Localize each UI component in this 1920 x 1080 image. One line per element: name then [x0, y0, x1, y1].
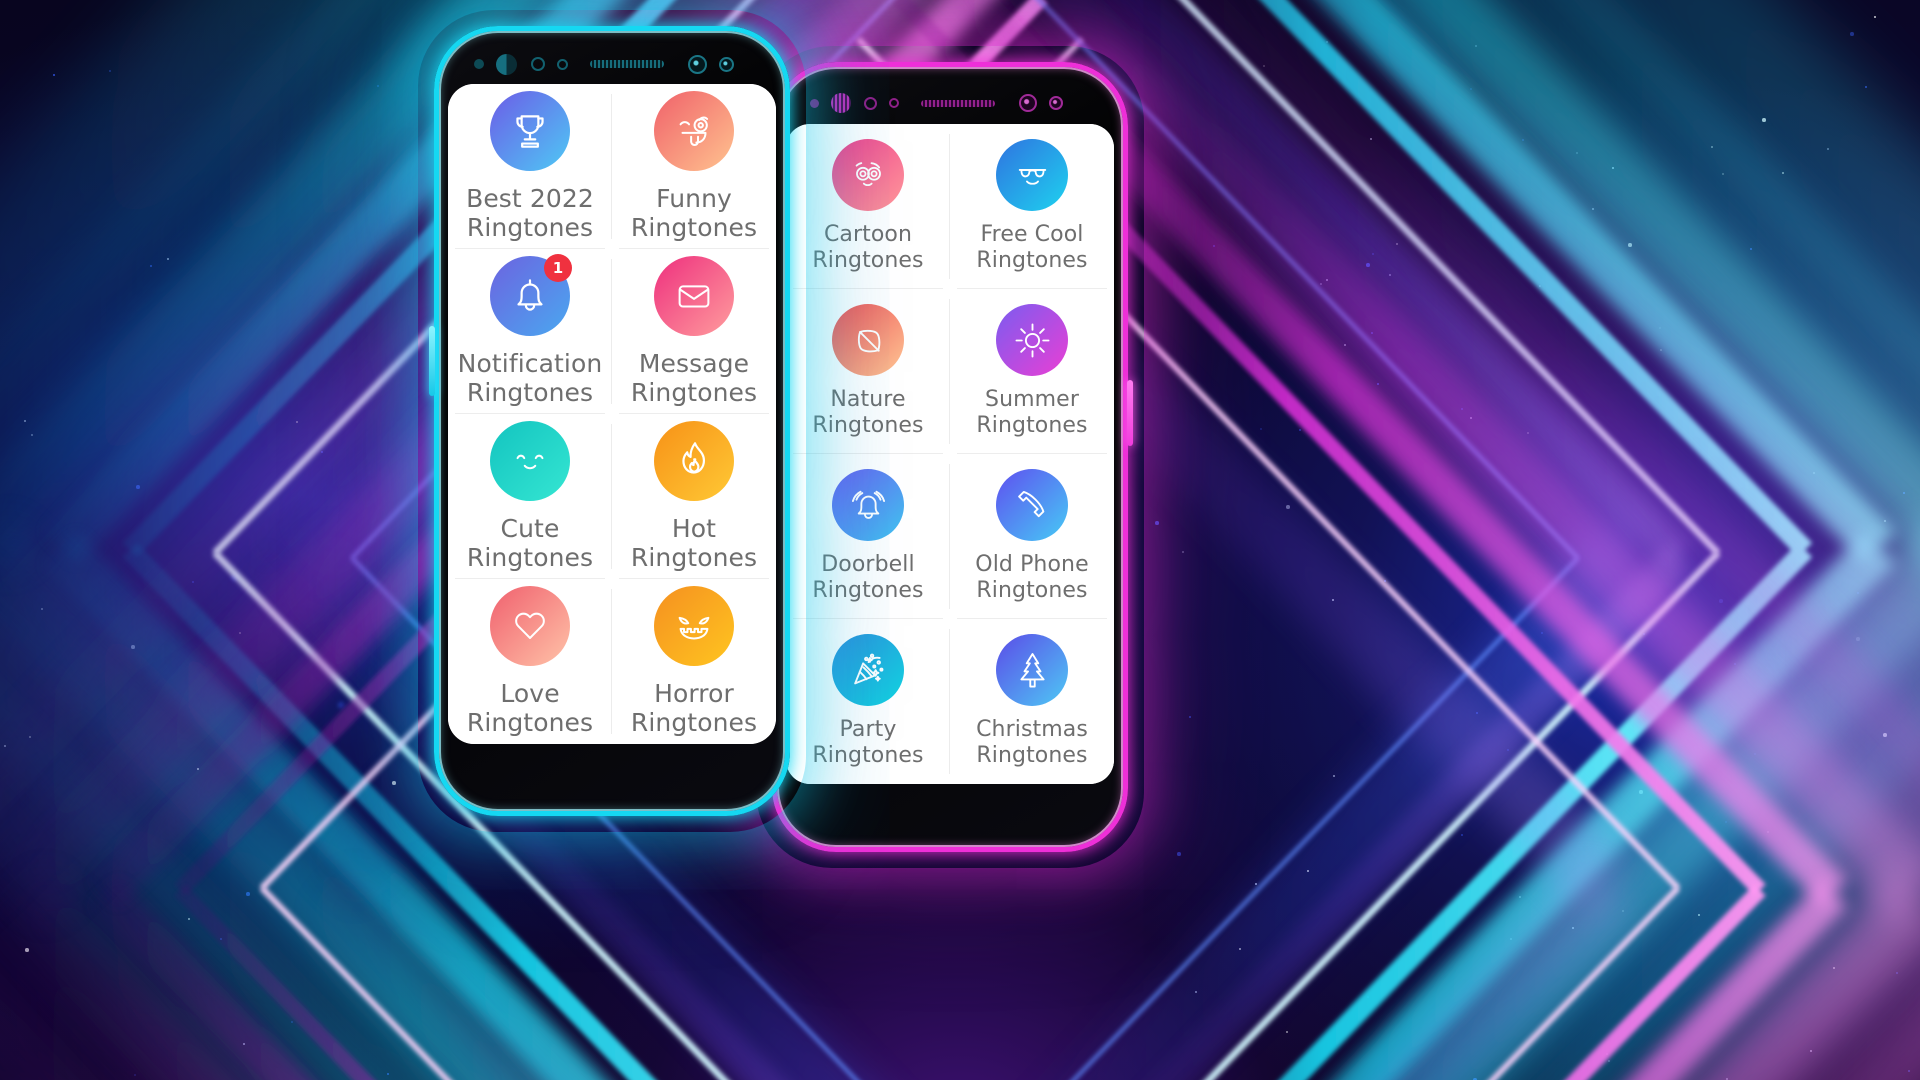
jack-o-lantern-face-icon — [654, 586, 734, 666]
category-cell-funny[interactable]: Funny Ringtones — [612, 84, 776, 249]
category-cell-cute[interactable]: Cute Ringtones — [448, 414, 612, 579]
phone-right: Cartoon Ringtones Free Cool Ringtones Na… — [772, 62, 1133, 852]
phone-right-screen: Cartoon Ringtones Free Cool Ringtones Na… — [786, 124, 1114, 784]
category-cell-doorbell[interactable]: Doorbell Ringtones — [786, 454, 950, 619]
category-cell-free-cool[interactable]: Free Cool Ringtones — [950, 124, 1114, 289]
category-cell-message[interactable]: Message Ringtones — [612, 249, 776, 414]
category-cell-love[interactable]: Love Ringtones — [448, 579, 612, 744]
category-label: Cartoon Ringtones — [812, 222, 924, 273]
category-cell-hot[interactable]: Hot Ringtones — [612, 414, 776, 579]
leaf-icon — [832, 304, 904, 377]
category-label: Horror Ringtones — [630, 679, 758, 737]
category-label: Nature Ringtones — [812, 387, 924, 438]
party-popper-icon — [832, 634, 904, 707]
category-cell-notification[interactable]: 1 Notification Ringtones — [448, 249, 612, 414]
category-label: Funny Ringtones — [630, 184, 758, 242]
phone-right-side-button[interactable] — [1127, 380, 1133, 446]
category-cell-horror[interactable]: Horror Ringtones — [612, 579, 776, 744]
category-label: Free Cool Ringtones — [976, 222, 1088, 273]
category-label: Best 2022 Ringtones — [466, 184, 594, 242]
category-label: Party Ringtones — [812, 717, 924, 768]
category-label: Notification Ringtones — [457, 349, 603, 407]
smiling-face-icon — [490, 421, 570, 501]
trophy-icon — [490, 91, 570, 171]
phone-left: Best 2022 Ringtones Funny Ringtones 1 Not… — [429, 26, 790, 816]
category-label: Hot Ringtones — [630, 514, 758, 572]
category-label: Message Ringtones — [630, 349, 758, 407]
sunglasses-face-icon — [996, 139, 1068, 212]
sun-icon — [996, 304, 1068, 377]
category-cell-old-phone[interactable]: Old Phone Ringtones — [950, 454, 1114, 619]
winking-tongue-face-icon — [654, 91, 734, 171]
phone-left-screen: Best 2022 Ringtones Funny Ringtones 1 Not… — [448, 84, 776, 744]
flame-icon — [654, 421, 734, 501]
category-label: Summer Ringtones — [976, 387, 1088, 438]
category-cell-party[interactable]: Party Ringtones — [786, 619, 950, 784]
notification-badge: 1 — [544, 254, 572, 282]
phone-left-side-button[interactable] — [429, 326, 435, 396]
category-cell-summer[interactable]: Summer Ringtones — [950, 289, 1114, 454]
ringtone-category-grid-right[interactable]: Cartoon Ringtones Free Cool Ringtones Na… — [786, 124, 1114, 784]
category-cell-best-2022[interactable]: Best 2022 Ringtones — [448, 84, 612, 249]
category-cell-cartoon[interactable]: Cartoon Ringtones — [786, 124, 950, 289]
category-label: Love Ringtones — [466, 679, 594, 737]
big-eyes-face-icon — [832, 139, 904, 212]
category-label: Doorbell Ringtones — [812, 552, 924, 603]
promo-stage: Cartoon Ringtones Free Cool Ringtones Na… — [0, 0, 1920, 1080]
ringing-bell-icon — [832, 469, 904, 542]
heart-icon — [490, 586, 570, 666]
category-label: Old Phone Ringtones — [975, 552, 1089, 603]
category-cell-nature[interactable]: Nature Ringtones — [786, 289, 950, 454]
ringtone-category-grid-left[interactable]: Best 2022 Ringtones Funny Ringtones 1 Not… — [448, 84, 776, 744]
bell-icon: 1 — [490, 254, 572, 336]
envelope-icon — [654, 256, 734, 336]
christmas-tree-icon — [996, 634, 1068, 707]
category-label: Christmas Ringtones — [976, 717, 1088, 768]
category-cell-christmas[interactable]: Christmas Ringtones — [950, 619, 1114, 784]
category-label: Cute Ringtones — [466, 514, 594, 572]
handset-icon — [996, 469, 1068, 542]
